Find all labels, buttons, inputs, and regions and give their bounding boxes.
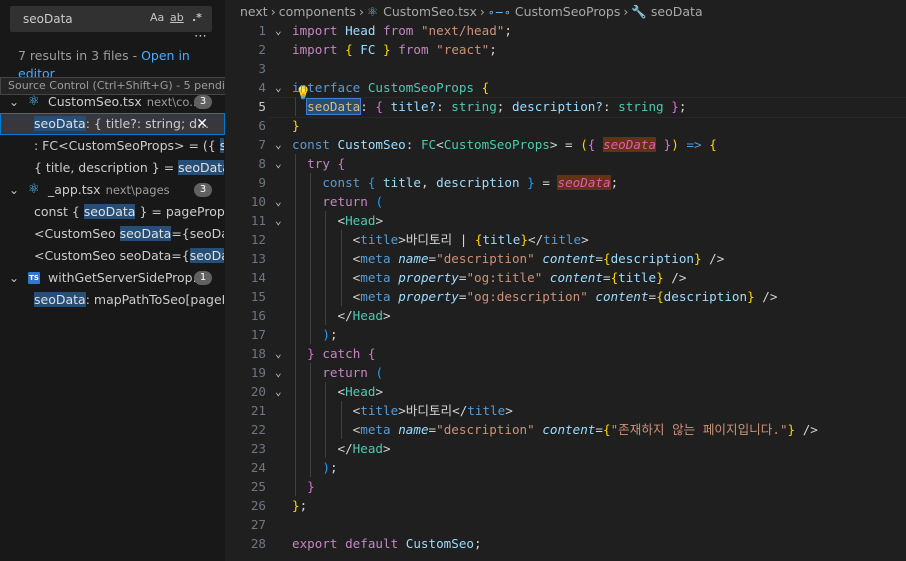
- code-line: 2 import { FC } from "react";: [258, 42, 497, 57]
- match-text: <CustomSeo seoData={seoData...: [34, 245, 224, 267]
- fold-chevron-icon[interactable]: ⌄: [275, 135, 282, 154]
- code-line: 24 );: [250, 458, 338, 477]
- match-count-badge: 1: [194, 271, 212, 285]
- selected-identifier[interactable]: seoData: [306, 98, 362, 115]
- code-line: 9 const { title, description } = seoData…: [258, 173, 619, 192]
- match-text: <CustomSeo seoData={seoDat...: [34, 226, 224, 241]
- match-count-badge: 3: [194, 183, 212, 197]
- typescript-file-icon: TS: [28, 272, 40, 284]
- breadcrumb-item[interactable]: components: [279, 4, 356, 19]
- result-match[interactable]: const { seoData } = pageProps;: [0, 201, 225, 223]
- react-file-icon: ⚛: [28, 182, 40, 197]
- source-control-tooltip: Source Control (Ctrl+Shift+G) - 5 pendin…: [0, 77, 225, 95]
- code-line: 6}: [258, 118, 300, 133]
- code-line: 8 ⌄ try {: [258, 154, 346, 173]
- code-line: 17 );: [250, 325, 338, 344]
- breadcrumb-item[interactable]: CustomSeoProps: [515, 4, 620, 19]
- results-count-text: 7 results in 3 files -: [18, 48, 142, 63]
- code-line: 21 <title>바디토리</title>: [250, 401, 513, 420]
- match-case-toggle[interactable]: Aa: [150, 11, 164, 24]
- code-line: 26};: [250, 498, 308, 513]
- chevron-down-icon[interactable]: ⌄: [9, 179, 19, 201]
- code-lines[interactable]: 1 ⌄ import Head from "next/head"; 2 import …: [225, 21, 906, 553]
- match-text: : FC<CustomSeoProps> = ({ se: [34, 135, 224, 157]
- result-match[interactable]: seoData: mapPathToSeo[pageP...: [0, 289, 225, 311]
- code-line: 10 ⌄ return (: [250, 192, 384, 211]
- breadcrumb-item[interactable]: CustomSeo.tsx: [383, 4, 477, 19]
- regex-toggle[interactable]: .*: [192, 11, 202, 24]
- match-count-badge: 3: [194, 95, 212, 109]
- match-text: { title, description } = seoData;: [34, 157, 224, 179]
- result-file-withgetserversideprops[interactable]: ⌄ TS withGetServerSideProp... 1: [0, 267, 225, 289]
- fold-chevron-icon[interactable]: ⌄: [275, 211, 282, 230]
- code-line: 14 <meta property="og:title" content={ti…: [250, 268, 687, 287]
- search-sidebar: seoData Aa ab .* ⋯ 7 results in 3 files …: [0, 0, 225, 561]
- interface-icon: ∘−∘: [487, 6, 511, 19]
- code-line: 22 <meta name="description" content={"존재…: [250, 420, 818, 439]
- result-file-app[interactable]: ⌄ ⚛ _app.tsx next\pages 3: [0, 179, 225, 201]
- code-line: 13 <meta name="description" content={des…: [250, 249, 725, 268]
- code-line: 18 ⌄ } catch {: [250, 344, 376, 363]
- search-input[interactable]: seoData Aa ab .*: [10, 6, 212, 32]
- result-match[interactable]: : FC<CustomSeoProps> = ({ se: [0, 135, 225, 157]
- fold-chevron-icon[interactable]: ⌄: [275, 78, 282, 97]
- code-line: 12 <title>바디토리 | {title}</title>: [250, 230, 589, 249]
- fold-chevron-icon[interactable]: ⌄: [275, 382, 282, 401]
- result-match[interactable]: seoData: { title?: string; d... ✕: [0, 113, 225, 135]
- fold-chevron-icon[interactable]: ⌄: [275, 344, 282, 363]
- fold-chevron-icon[interactable]: ⌄: [275, 21, 282, 40]
- code-line: 7 ⌄ const CustomSeo: FC<CustomSeoProps> = …: [258, 135, 717, 154]
- code-editor[interactable]: next › components › ⚛ CustomSeo.tsx › ∘−∘ Custom…: [225, 0, 906, 561]
- whole-word-toggle[interactable]: ab: [170, 11, 184, 24]
- code-line: 27: [250, 517, 266, 532]
- result-match[interactable]: { title, description } = seoData;: [0, 157, 225, 179]
- code-line: 23 </Head>: [250, 439, 391, 458]
- breadcrumb-item[interactable]: seoData: [651, 4, 703, 19]
- breadcrumb: next › components › ⚛ CustomSeo.tsx › ∘−∘ Custom…: [240, 4, 703, 19]
- file-path: next\co...: [146, 95, 201, 109]
- match-text: seoData: mapPathToSeo[pageP...: [34, 292, 224, 307]
- fold-chevron-icon[interactable]: ⌄: [275, 154, 282, 173]
- code-line: 28 export default CustomSeo;: [250, 536, 482, 551]
- fold-chevron-icon[interactable]: ⌄: [275, 363, 282, 382]
- code-line: 3: [258, 61, 266, 76]
- result-match[interactable]: <CustomSeo seoData={seoDat...: [0, 223, 225, 245]
- code-line: 5 seoData: { title?: string; description…: [258, 97, 687, 116]
- file-name: _app.tsx next\pages: [48, 182, 170, 197]
- chevron-down-icon[interactable]: ⌄: [9, 267, 19, 289]
- code-line: 1 ⌄ import Head from "next/head";: [258, 21, 512, 40]
- file-path: next\pages: [105, 183, 170, 197]
- search-query[interactable]: seoData: [23, 12, 73, 26]
- react-file-icon: ⚛: [366, 4, 379, 19]
- code-line: 25 }: [250, 477, 315, 496]
- fold-chevron-icon[interactable]: ⌄: [275, 192, 282, 211]
- match-text: const { seoData } = pageProps;: [34, 204, 224, 219]
- breadcrumb-item[interactable]: next: [240, 4, 268, 19]
- code-line: 20 ⌄ <Head>: [250, 382, 384, 401]
- dismiss-icon[interactable]: ✕: [196, 113, 208, 135]
- more-actions-icon[interactable]: ⋯: [194, 29, 208, 44]
- wrench-icon: 🔧: [631, 4, 647, 19]
- code-line: 11 ⌄ <Head>: [250, 211, 384, 230]
- code-line: 4 ⌄ interface CustomSeoProps {: [258, 78, 490, 97]
- result-match[interactable]: <CustomSeo seoData={seoData...: [0, 245, 225, 267]
- code-line: 16 </Head>: [250, 306, 391, 325]
- code-line: 19 ⌄ return (: [250, 363, 384, 382]
- code-line: 15 <meta property="og:description" conte…: [250, 287, 778, 306]
- file-name: withGetServerSideProp...: [48, 270, 205, 285]
